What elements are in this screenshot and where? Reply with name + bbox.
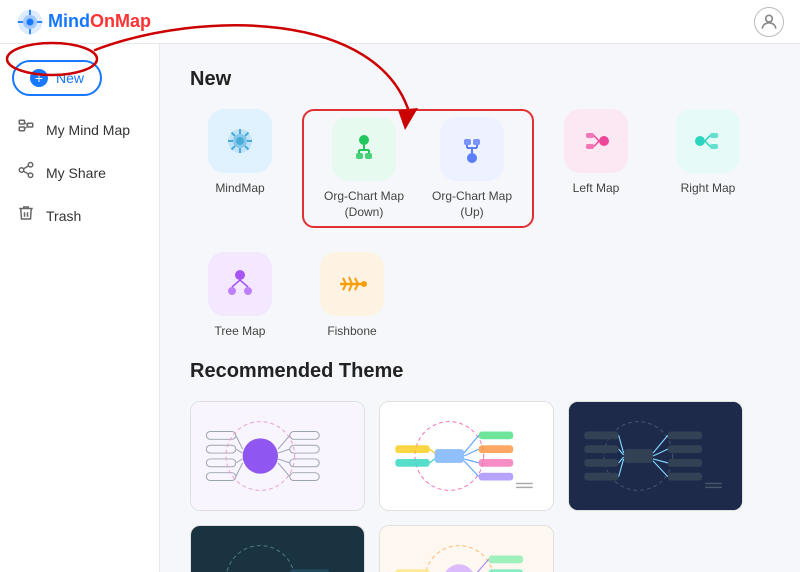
left-map-label: Left Map xyxy=(573,181,620,197)
my-mind-map-label: My Mind Map xyxy=(46,122,130,138)
sidebar-item-my-mind-map[interactable]: My Mind Map xyxy=(0,108,159,151)
map-item-org-chart-down[interactable]: Org-Chart Map(Down) xyxy=(314,117,414,220)
new-button-label: New xyxy=(56,70,84,86)
highlighted-group: Org-Chart Map(Down) xyxy=(302,109,534,228)
org-chart-up-label: Org-Chart Map (Up) xyxy=(422,189,522,220)
sidebar: + New My Mind Map xyxy=(0,44,160,572)
new-button[interactable]: + New xyxy=(12,60,102,96)
my-mind-map-icon xyxy=(16,118,36,141)
org-chart-down-label: Org-Chart Map(Down) xyxy=(324,189,404,220)
right-map-icon-wrap xyxy=(676,109,740,173)
org-chart-down-icon-wrap xyxy=(332,117,396,181)
map-item-mindmap[interactable]: MindMap xyxy=(190,109,290,228)
trash-label: Trash xyxy=(46,208,81,224)
tree-map-icon-wrap xyxy=(208,252,272,316)
theme-card-3[interactable] xyxy=(568,401,743,511)
logo-icon xyxy=(16,8,44,36)
mindmap-label: MindMap xyxy=(215,181,264,197)
trash-icon xyxy=(16,204,36,227)
map-item-tree-map[interactable]: Tree Map xyxy=(190,252,290,340)
sidebar-item-trash[interactable]: Trash xyxy=(0,194,159,237)
logo-text: MindOnMap xyxy=(48,11,151,32)
map-grid: MindMap xyxy=(190,109,770,228)
map-item-right-map[interactable]: Right Map xyxy=(658,109,758,228)
user-avatar[interactable] xyxy=(754,7,784,37)
theme-grid xyxy=(190,401,770,572)
recommended-section-title: Recommended Theme xyxy=(190,360,770,383)
logo: MindOnMap xyxy=(16,8,151,36)
mindmap-icon-wrap xyxy=(208,109,272,173)
map-item-left-map[interactable]: Left Map xyxy=(546,109,646,228)
fishbone-icon-wrap xyxy=(320,252,384,316)
theme-card-1[interactable] xyxy=(190,401,365,511)
map-grid-row2: Tree Map Fishbone xyxy=(190,252,770,340)
sidebar-item-my-share[interactable]: My Share xyxy=(0,151,159,194)
theme-card-4[interactable] xyxy=(190,525,365,572)
org-chart-up-icon-wrap xyxy=(440,117,504,181)
map-item-org-chart-up[interactable]: Org-Chart Map (Up) xyxy=(422,117,522,220)
share-icon xyxy=(16,161,36,184)
map-item-fishbone[interactable]: Fishbone xyxy=(302,252,402,340)
main-content: New xyxy=(160,44,800,572)
left-map-icon-wrap xyxy=(564,109,628,173)
fishbone-label: Fishbone xyxy=(327,324,376,340)
right-map-label: Right Map xyxy=(681,181,736,197)
my-share-label: My Share xyxy=(46,165,106,181)
plus-icon: + xyxy=(30,69,48,87)
theme-card-2[interactable] xyxy=(379,401,554,511)
tree-map-label: Tree Map xyxy=(215,324,266,340)
new-section-title: New xyxy=(190,68,770,91)
theme-card-5[interactable] xyxy=(379,525,554,572)
